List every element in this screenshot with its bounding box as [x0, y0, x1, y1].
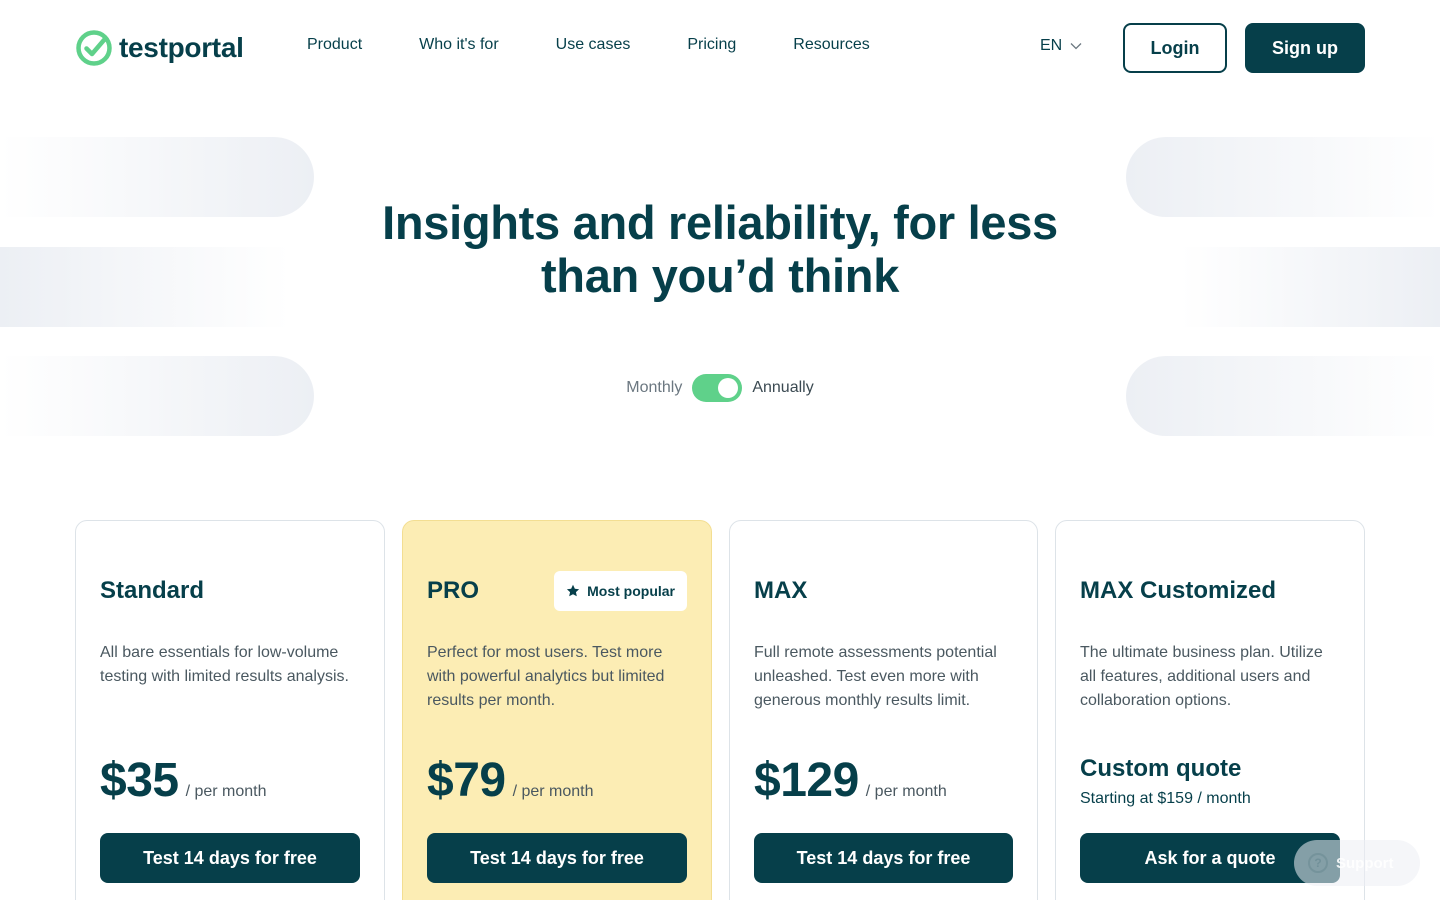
plan-period: / per month [865, 783, 947, 800]
nav-who-its-for[interactable]: Who it's for [419, 36, 499, 54]
support-widget-button[interactable]: ? Support [1294, 840, 1420, 886]
page-title-line-1: Insights and reliability, for less [382, 196, 1058, 249]
plan-description: Perfect for most users. Test more with p… [427, 644, 665, 709]
billing-annually-label[interactable]: Annually [752, 379, 813, 397]
question-circle-icon: ? [1308, 853, 1328, 873]
plan-price: $79 [427, 754, 506, 807]
plan-name: MAX Customized [1080, 577, 1277, 604]
plan-name: Standard [100, 577, 205, 604]
start-trial-button[interactable]: Test 14 days for free [100, 833, 360, 883]
nav-product[interactable]: Product [307, 36, 362, 54]
page-title-line-2: than you’d think [540, 249, 900, 302]
start-trial-button[interactable]: Test 14 days for free [427, 833, 687, 883]
login-button[interactable]: Login [1123, 23, 1227, 73]
plan-price-row: $35 / per month [100, 753, 267, 808]
custom-quote-title: Custom quote [1080, 755, 1242, 782]
page-title: Insights and reliability, for less than … [320, 196, 1120, 302]
plan-description: Full remote assessments potential unleas… [754, 644, 997, 709]
decorative-pill [0, 247, 290, 327]
plan-card-standard: Standard All bare essentials for low-vol… [75, 520, 385, 900]
badge-label: Most popular [587, 583, 675, 599]
plan-description: The ultimate business plan. Utilize all … [1080, 644, 1323, 709]
start-trial-button[interactable]: Test 14 days for free [754, 833, 1013, 883]
main-nav: Product Who it's for Use cases Pricing R… [307, 36, 927, 54]
language-label: EN [1040, 37, 1063, 54]
plan-name: MAX [754, 577, 808, 604]
logo-text: testportal [119, 32, 244, 63]
most-popular-badge: Most popular [554, 571, 687, 611]
toggle-knob [718, 378, 739, 398]
decorative-pill [1180, 247, 1440, 327]
plan-price: $129 [754, 754, 859, 807]
star-icon [567, 584, 580, 597]
testportal-logo[interactable]: testportal [75, 29, 244, 67]
nav-use-cases[interactable]: Use cases [556, 36, 631, 54]
decorative-pill [0, 137, 314, 217]
plan-period: / per month [185, 783, 267, 800]
plan-price-row: $79 / per month [427, 753, 594, 808]
plan-name: PRO [427, 577, 480, 604]
custom-quote-starting-price: Starting at $159 / month [1080, 790, 1251, 807]
check-circle-logo-icon [76, 30, 112, 66]
decorative-pill [1126, 137, 1440, 217]
plan-description: All bare essentials for low-volume testi… [100, 644, 349, 685]
billing-toggle[interactable] [692, 374, 743, 402]
plan-price-row: $129 / per month [754, 753, 947, 808]
support-label: Support [1336, 854, 1394, 872]
plan-card-pro: PRO Most popular Perfect for most users.… [402, 520, 712, 900]
nav-pricing[interactable]: Pricing [687, 36, 736, 54]
billing-period-switch: Monthly Annually [0, 374, 1440, 402]
site-header: testportal Product Who it's for Use case… [0, 0, 1440, 96]
billing-monthly-label[interactable]: Monthly [626, 379, 682, 397]
plan-card-max: MAX Full remote assessments potential un… [729, 520, 1038, 900]
plan-period: / per month [512, 783, 594, 800]
chevron-down-icon [1070, 43, 1082, 50]
nav-resources[interactable]: Resources [793, 36, 869, 54]
plan-price: $35 [100, 754, 179, 807]
signup-button[interactable]: Sign up [1245, 23, 1365, 73]
language-selector[interactable]: EN [1040, 37, 1082, 55]
